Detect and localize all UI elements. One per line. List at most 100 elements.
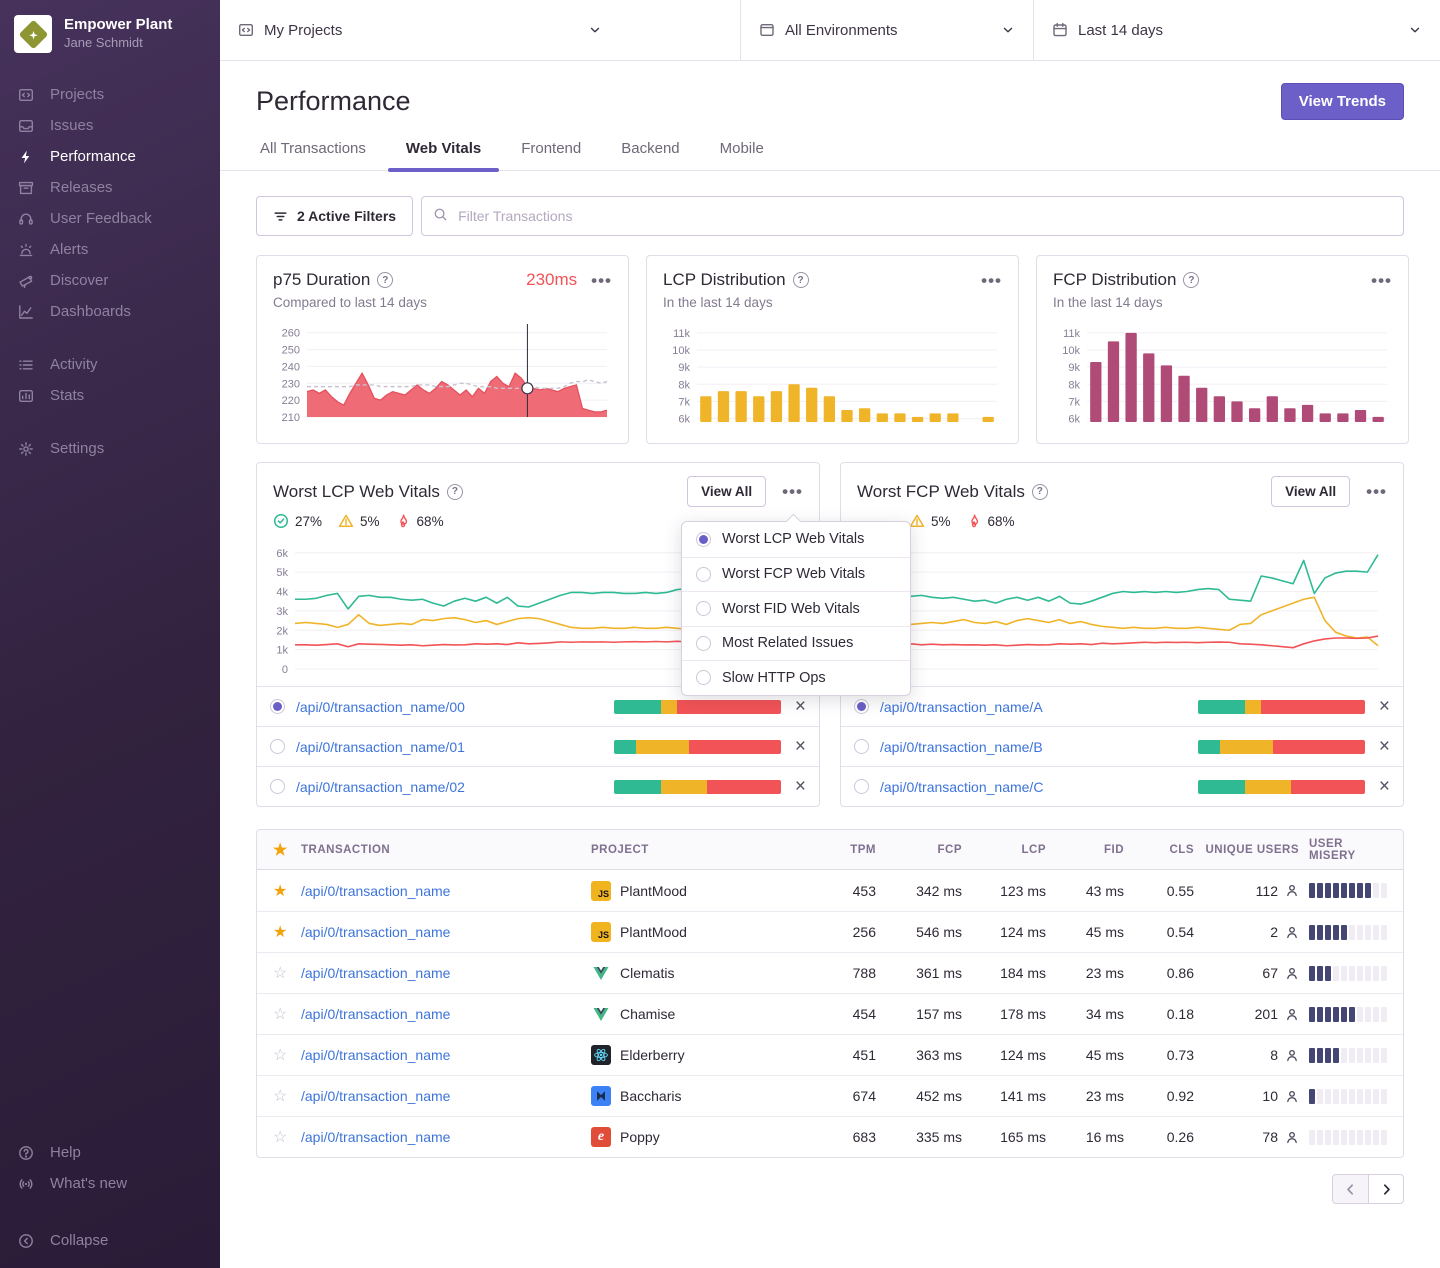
tab-frontend[interactable]: Frontend xyxy=(519,140,583,170)
transaction-link[interactable]: /api/0/transaction_name/A xyxy=(880,699,1043,715)
tab-mobile[interactable]: Mobile xyxy=(718,140,766,170)
tab-web-vitals[interactable]: Web Vitals xyxy=(404,140,483,170)
more-options-icon[interactable]: ••• xyxy=(981,272,1002,289)
close-icon[interactable]: × xyxy=(1379,697,1390,716)
column-header-tpm[interactable]: TPM xyxy=(816,844,886,856)
radio-selected-icon[interactable] xyxy=(270,699,285,714)
transaction-link[interactable]: /api/0/transaction_name xyxy=(301,965,591,981)
sidebar-item-settings[interactable]: Settings xyxy=(0,433,220,464)
menu-item-worst-lcp-web-vitals[interactable]: Worst LCP Web Vitals xyxy=(682,522,910,557)
p75-value: 230ms xyxy=(526,270,577,290)
close-icon[interactable]: × xyxy=(795,697,806,716)
tab-backend[interactable]: Backend xyxy=(619,140,681,170)
close-icon[interactable]: × xyxy=(1379,737,1390,756)
sidebar-item-alerts[interactable]: Alerts xyxy=(0,234,220,265)
transactions-table: ★TRANSACTIONPROJECTTPMFCPLCPFIDCLSUNIQUE… xyxy=(256,829,1404,1158)
view-trends-button[interactable]: View Trends xyxy=(1281,83,1404,120)
transaction-link[interactable]: /api/0/transaction_name xyxy=(301,1129,591,1145)
help-icon[interactable]: ? xyxy=(447,484,463,500)
close-icon[interactable]: × xyxy=(795,737,806,756)
view-all-button[interactable]: View All xyxy=(1271,476,1350,507)
transaction-link[interactable]: /api/0/transaction_name xyxy=(301,1006,591,1022)
sidebar-item-issues[interactable]: Issues xyxy=(0,110,220,141)
dashboards-icon xyxy=(17,304,35,320)
menu-item-most-related-issues[interactable]: Most Related Issues xyxy=(682,626,910,661)
project-selector[interactable]: My Projects xyxy=(220,0,740,60)
transaction-link[interactable]: /api/0/transaction_name/B xyxy=(880,739,1043,755)
view-all-button[interactable]: View All xyxy=(687,476,766,507)
star-icon[interactable]: ☆ xyxy=(257,963,301,983)
star-icon[interactable]: ★ xyxy=(257,840,301,860)
close-icon[interactable]: × xyxy=(795,777,806,796)
vitals-breakdown-bar xyxy=(614,740,781,754)
column-header-unique-users[interactable]: UNIQUE USERS xyxy=(1204,844,1309,856)
sidebar-item-discover[interactable]: Discover xyxy=(0,265,220,296)
more-options-icon[interactable]: ••• xyxy=(1366,483,1387,500)
more-options-icon[interactable]: ••• xyxy=(782,483,803,500)
radio-unselected-icon[interactable] xyxy=(854,739,869,754)
radio-unselected-icon[interactable] xyxy=(270,779,285,794)
transaction-link[interactable]: /api/0/transaction_name xyxy=(301,1047,591,1063)
column-header-lcp[interactable]: LCP xyxy=(972,844,1056,856)
star-icon[interactable]: ★ xyxy=(257,881,301,901)
transaction-link[interactable]: /api/0/transaction_name xyxy=(301,924,591,940)
search-input[interactable] xyxy=(421,196,1404,236)
menu-item-worst-fid-web-vitals[interactable]: Worst FID Web Vitals xyxy=(682,591,910,626)
card-title: FCP Distribution xyxy=(1053,270,1176,290)
help-icon[interactable]: ? xyxy=(793,272,809,288)
column-header-user-misery[interactable]: USER MISERY xyxy=(1309,838,1403,862)
column-header-fcp[interactable]: FCP xyxy=(886,844,972,856)
star-icon[interactable]: ☆ xyxy=(257,1045,301,1065)
radio-unselected-icon[interactable] xyxy=(696,670,711,685)
pagination-previous-button[interactable] xyxy=(1332,1174,1368,1204)
sidebar-item-projects[interactable]: Projects xyxy=(0,79,220,110)
sidebar-collapse-button[interactable]: Collapse xyxy=(0,1225,220,1256)
sidebar-item-performance[interactable]: Performance xyxy=(0,141,220,172)
column-header-project[interactable]: PROJECT xyxy=(591,844,816,856)
sidebar-item-user-feedback[interactable]: User Feedback xyxy=(0,203,220,234)
sidebar-item-what-s-new[interactable]: What's new xyxy=(0,1168,220,1199)
transaction-link[interactable]: /api/0/transaction_name xyxy=(301,1088,591,1104)
help-icon[interactable]: ? xyxy=(1032,484,1048,500)
pagination-next-button[interactable] xyxy=(1368,1174,1404,1204)
environment-selector[interactable]: All Environments xyxy=(740,0,1033,60)
transaction-link[interactable]: /api/0/transaction_name/01 xyxy=(296,739,465,755)
transaction-link[interactable]: /api/0/transaction_name/C xyxy=(880,779,1043,795)
star-icon[interactable]: ☆ xyxy=(257,1086,301,1106)
sidebar-item-releases[interactable]: Releases xyxy=(0,172,220,203)
column-header-transaction[interactable]: TRANSACTION xyxy=(301,844,591,856)
transaction-link[interactable]: /api/0/transaction_name/02 xyxy=(296,779,465,795)
star-icon[interactable]: ☆ xyxy=(257,1004,301,1024)
menu-item-slow-http-ops[interactable]: Slow HTTP Ops xyxy=(682,660,910,695)
star-icon[interactable]: ★ xyxy=(257,922,301,942)
radio-selected-icon[interactable] xyxy=(696,532,711,547)
sidebar-item-stats[interactable]: Stats xyxy=(0,380,220,411)
star-icon[interactable]: ☆ xyxy=(257,1127,301,1147)
date-range-selector[interactable]: Last 14 days xyxy=(1033,0,1440,60)
column-header-fid[interactable]: FID xyxy=(1056,844,1134,856)
radio-unselected-icon[interactable] xyxy=(854,779,869,794)
column-header-cls[interactable]: CLS xyxy=(1134,844,1204,856)
active-filters-button[interactable]: 2 Active Filters xyxy=(256,196,413,236)
sidebar-item-help[interactable]: Help xyxy=(0,1137,220,1168)
radio-unselected-icon[interactable] xyxy=(696,601,711,616)
more-options-icon[interactable]: ••• xyxy=(1371,272,1392,289)
tab-all-transactions[interactable]: All Transactions xyxy=(258,140,368,170)
radio-unselected-icon[interactable] xyxy=(696,567,711,582)
org-switcher[interactable]: Empower Plant Jane Schmidt xyxy=(0,0,220,63)
menu-item-worst-fcp-web-vitals[interactable]: Worst FCP Web Vitals xyxy=(682,557,910,592)
radio-unselected-icon[interactable] xyxy=(270,739,285,754)
close-icon[interactable]: × xyxy=(1379,777,1390,796)
sidebar-item-dashboards[interactable]: Dashboards xyxy=(0,296,220,327)
help-icon[interactable]: ? xyxy=(377,272,393,288)
sidebar-item-activity[interactable]: Activity xyxy=(0,349,220,380)
radio-unselected-icon[interactable] xyxy=(696,636,711,651)
svg-text:220: 220 xyxy=(282,395,300,407)
transaction-link[interactable]: /api/0/transaction_name xyxy=(301,883,591,899)
transaction-link[interactable]: /api/0/transaction_name/00 xyxy=(296,699,465,715)
global-filter-bar: My Projects All Environments Last 14 day… xyxy=(220,0,1440,61)
help-icon[interactable]: ? xyxy=(1183,272,1199,288)
user-icon xyxy=(1285,925,1299,940)
radio-selected-icon[interactable] xyxy=(854,699,869,714)
more-options-icon[interactable]: ••• xyxy=(591,272,612,289)
